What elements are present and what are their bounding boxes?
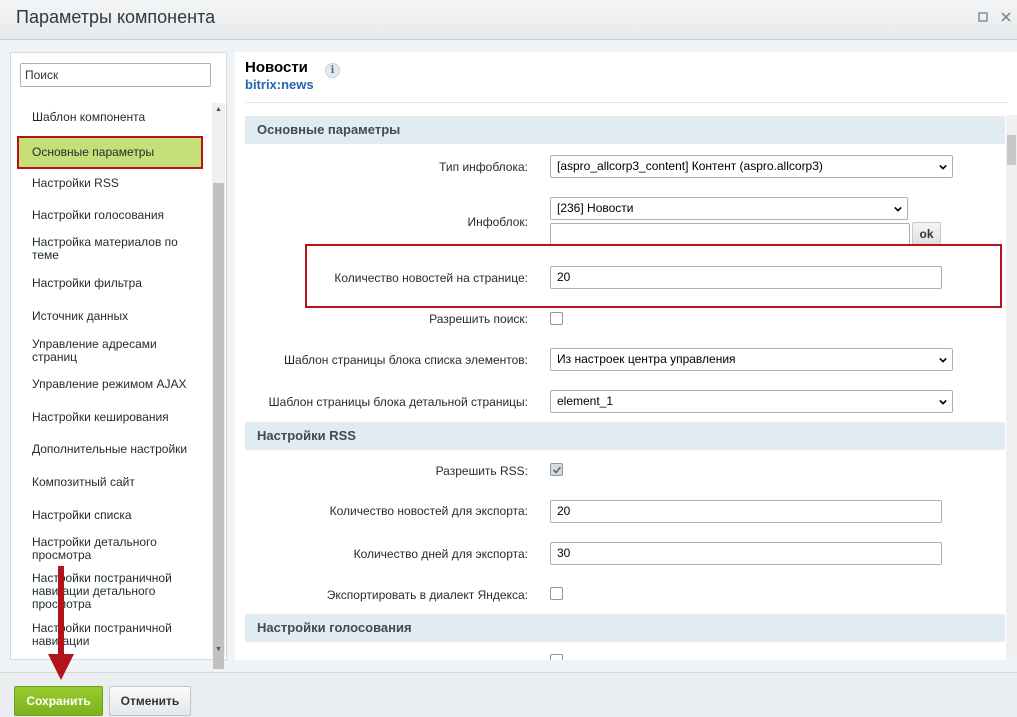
settings-sidebar: Шаблон компонента Основные параметры Нас… [10, 52, 227, 669]
dialog-title: Параметры компонента [16, 7, 216, 27]
allow-search-checkbox[interactable] [550, 312, 563, 325]
allow-rss-label: Разрешить RSS: [435, 464, 528, 478]
info-icon[interactable]: i [325, 63, 340, 78]
scroll-up-icon[interactable]: ▲ [212, 103, 225, 117]
sidebar-item-additional[interactable]: Дополнительные настройки [17, 443, 203, 456]
search-input[interactable] [20, 63, 211, 87]
sidebar-item-related[interactable]: Настройка материалов по теме [17, 236, 203, 262]
sidebar-item-detail-pager[interactable]: Настройки постраничной навигации детальн… [17, 572, 203, 611]
section-voting: Настройки голосования [245, 614, 1005, 642]
chevron-down-icon [939, 164, 947, 170]
dialog-titlebar: Параметры компонента [0, 0, 1017, 40]
iblock-type-value: [aspro_allcorp3_content] Контент (aspro.… [557, 159, 823, 173]
iblock-label: Инфоблок: [467, 215, 528, 229]
list-template-label: Шаблон страницы блока списка элементов: [283, 353, 528, 367]
sidebar-item-rss[interactable]: Настройки RSS [17, 177, 203, 190]
save-button[interactable]: Сохранить [14, 686, 103, 716]
sidebar-item-voting[interactable]: Настройки голосования [17, 209, 203, 222]
section-rss: Настройки RSS [245, 422, 1005, 450]
iblock-id-input[interactable] [550, 223, 910, 246]
panel-scrollbar[interactable] [1006, 115, 1017, 660]
sidebar-item-composite[interactable]: Композитный сайт [17, 476, 203, 489]
detail-template-select[interactable]: element_1 [550, 390, 953, 413]
list-template-value: Из настроек центра управления [557, 352, 736, 366]
export-days-input[interactable]: 30 [550, 542, 942, 565]
section-main-params: Основные параметры [245, 116, 1005, 144]
iblock-type-label: Тип инфоблока: [439, 160, 528, 174]
dialog-footer: Сохранить Отменить [0, 672, 1017, 717]
news-count-input[interactable]: 20 [550, 266, 942, 289]
allow-search-label: Разрешить поиск: [429, 312, 528, 326]
sidebar-item-ajax[interactable]: Управление режимом AJAX [17, 378, 203, 391]
sidebar-item-template[interactable]: Шаблон компонента [17, 111, 203, 124]
scroll-down-icon[interactable]: ▼ [212, 643, 225, 657]
chevron-down-icon [939, 399, 947, 405]
ok-button[interactable]: ok [912, 222, 941, 246]
export-count-label: Количество новостей для экспорта: [329, 504, 528, 518]
scrollbar-thumb[interactable] [1007, 135, 1016, 165]
allow-rss-checkbox[interactable] [550, 463, 563, 476]
sidebar-item-main-params[interactable]: Основные параметры [17, 136, 203, 169]
minimize-icon[interactable] [977, 12, 989, 24]
news-count-label: Количество новостей на странице: [334, 271, 528, 285]
arrow-down-icon [48, 566, 74, 680]
sidebar-item-label: Основные параметры [32, 145, 155, 159]
export-days-label: Количество дней для экспорта: [353, 547, 528, 561]
cancel-button[interactable]: Отменить [109, 686, 191, 716]
detail-template-label: Шаблон страницы блока детальной страницы… [268, 395, 528, 409]
chevron-down-icon [894, 206, 902, 212]
sidebar-scrollbar[interactable]: ▲ ▼ [212, 103, 225, 669]
yandex-checkbox[interactable] [550, 587, 563, 600]
detail-template-value: element_1 [557, 394, 614, 408]
sidebar-item-filter[interactable]: Настройки фильтра [17, 277, 203, 290]
component-code: bitrix:news [245, 77, 314, 92]
check-icon [552, 466, 562, 474]
close-icon[interactable] [1000, 12, 1012, 24]
sidebar-item-detail[interactable]: Настройки детального просмотра [17, 536, 203, 562]
divider [245, 102, 1007, 103]
sidebar-item-datasource[interactable]: Источник данных [17, 310, 203, 323]
sidebar-item-list[interactable]: Настройки списка [17, 509, 203, 522]
list-template-select[interactable]: Из настроек центра управления [550, 348, 953, 371]
chevron-down-icon [939, 357, 947, 363]
sidebar-nav-list: Шаблон компонента Основные параметры Нас… [11, 101, 211, 657]
settings-panel: Новости i bitrix:news Основные параметры… [235, 52, 1017, 660]
sidebar-item-pager[interactable]: Настройки постраничной навигации [17, 622, 203, 648]
sidebar-item-cache[interactable]: Настройки кеширования [17, 411, 203, 424]
voting-checkbox[interactable] [550, 654, 563, 660]
iblock-type-select[interactable]: [aspro_allcorp3_content] Контент (aspro.… [550, 155, 953, 178]
iblock-select[interactable]: [236] Новости [550, 197, 908, 220]
yandex-label: Экспортировать в диалект Яндекса: [326, 588, 528, 602]
component-title: Новости [245, 59, 308, 76]
export-count-input[interactable]: 20 [550, 500, 942, 523]
sidebar-item-sef[interactable]: Управление адресами страниц [17, 338, 203, 364]
iblock-value: [236] Новости [557, 201, 634, 215]
scrollbar-thumb[interactable] [213, 183, 224, 669]
